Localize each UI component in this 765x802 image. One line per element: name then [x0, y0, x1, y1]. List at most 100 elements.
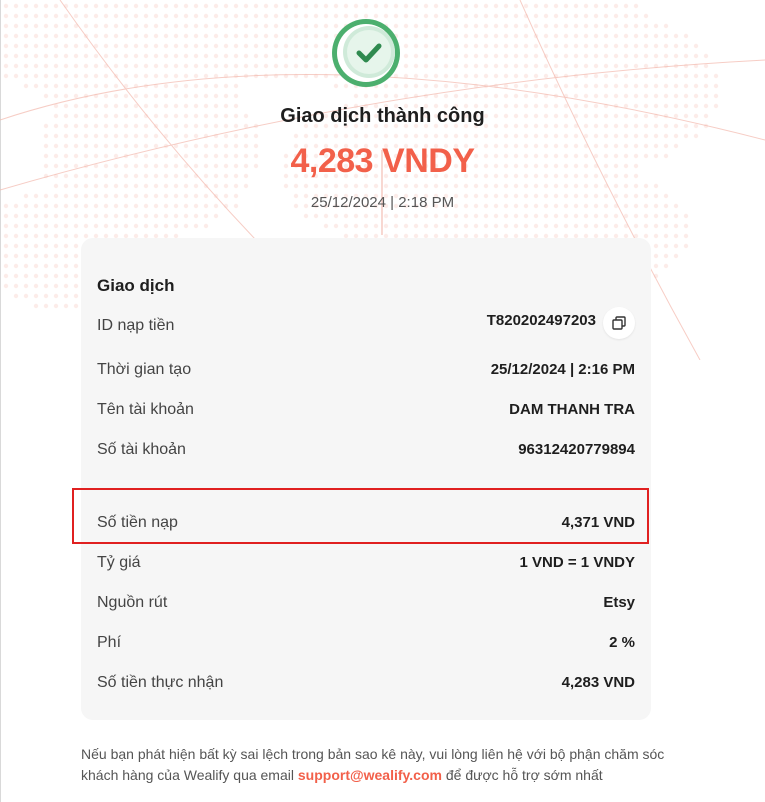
map-dot	[683, 53, 689, 59]
map-dot	[183, 73, 189, 79]
map-dot	[13, 273, 19, 279]
map-dot	[283, 63, 289, 69]
map-dot	[573, 33, 579, 39]
map-dot	[33, 293, 39, 299]
map-dot	[593, 33, 599, 39]
map-dot	[203, 213, 209, 219]
map-dot	[653, 43, 659, 49]
map-dot	[593, 13, 599, 19]
row-label: Số tiền thực nhận	[97, 674, 224, 691]
map-dot	[413, 43, 419, 49]
map-dot	[53, 73, 59, 79]
copy-icon	[612, 316, 626, 330]
map-dot	[33, 283, 39, 289]
map-dot	[353, 133, 359, 139]
row-value: 2 %	[609, 634, 635, 651]
map-dot	[603, 13, 609, 19]
map-dot	[43, 273, 49, 279]
map-dot	[653, 253, 659, 259]
support-email-link[interactable]: support@wealify.com	[298, 767, 442, 783]
map-dot	[3, 53, 9, 59]
map-dot	[193, 73, 199, 79]
map-dot	[663, 253, 669, 259]
map-dot	[163, 33, 169, 39]
map-dot	[563, 133, 569, 139]
map-dot	[333, 223, 339, 229]
map-dot	[583, 13, 589, 19]
map-dot	[73, 93, 79, 99]
map-dot	[173, 73, 179, 79]
map-dot	[283, 3, 289, 9]
map-dot	[43, 23, 49, 29]
map-dot	[563, 13, 569, 19]
map-dot	[53, 93, 59, 99]
map-dot	[583, 43, 589, 49]
map-dot	[543, 13, 549, 19]
map-dot	[303, 33, 309, 39]
map-dot	[413, 33, 419, 39]
map-dot	[513, 133, 519, 139]
map-dot	[13, 53, 19, 59]
map-dot	[153, 73, 159, 79]
map-dot	[203, 23, 209, 29]
map-dot	[433, 93, 439, 99]
map-dot	[153, 93, 159, 99]
map-dot	[33, 13, 39, 19]
map-dot	[3, 243, 9, 249]
map-dot	[453, 183, 459, 189]
map-dot	[203, 83, 209, 89]
map-dot	[53, 83, 59, 89]
map-dot	[623, 53, 629, 59]
map-dot	[533, 213, 539, 219]
map-dot	[43, 43, 49, 49]
map-dot	[683, 33, 689, 39]
map-dot	[233, 33, 239, 39]
map-dot	[13, 33, 19, 39]
map-dot	[183, 63, 189, 69]
map-dot	[473, 73, 479, 79]
map-dot	[173, 3, 179, 9]
map-dot	[83, 133, 89, 139]
map-dot	[403, 213, 409, 219]
map-dot	[73, 183, 79, 189]
map-dot	[63, 283, 69, 289]
map-dot	[53, 263, 59, 269]
copy-button[interactable]	[603, 307, 635, 339]
map-dot	[453, 23, 459, 29]
map-dot	[413, 3, 419, 9]
map-dot	[63, 83, 69, 89]
map-dot	[663, 263, 669, 269]
map-dot	[153, 183, 159, 189]
map-dot	[123, 13, 129, 19]
map-dot	[603, 213, 609, 219]
map-dot	[133, 33, 139, 39]
map-dot	[343, 133, 349, 139]
map-dot	[253, 133, 259, 139]
map-dot	[193, 3, 199, 9]
row-label: Phí	[97, 634, 122, 651]
map-dot	[223, 3, 229, 9]
map-dot	[223, 183, 229, 189]
map-dot	[243, 53, 249, 59]
map-dot	[73, 33, 79, 39]
map-dot	[363, 223, 369, 229]
map-dot	[33, 43, 39, 49]
map-dot	[133, 13, 139, 19]
map-dot	[53, 183, 59, 189]
map-dot	[543, 63, 549, 69]
map-dot	[153, 23, 159, 29]
map-dot	[63, 303, 69, 309]
map-dot	[103, 83, 109, 89]
map-dot	[463, 223, 469, 229]
map-dot	[23, 53, 29, 59]
map-dot	[493, 213, 499, 219]
map-dot	[53, 303, 59, 309]
map-dot	[473, 133, 479, 139]
map-dot	[3, 223, 9, 229]
map-dot	[93, 3, 99, 9]
map-dot	[23, 253, 29, 259]
map-dot	[423, 213, 429, 219]
map-dot	[613, 183, 619, 189]
map-dot	[143, 33, 149, 39]
map-dot	[613, 53, 619, 59]
